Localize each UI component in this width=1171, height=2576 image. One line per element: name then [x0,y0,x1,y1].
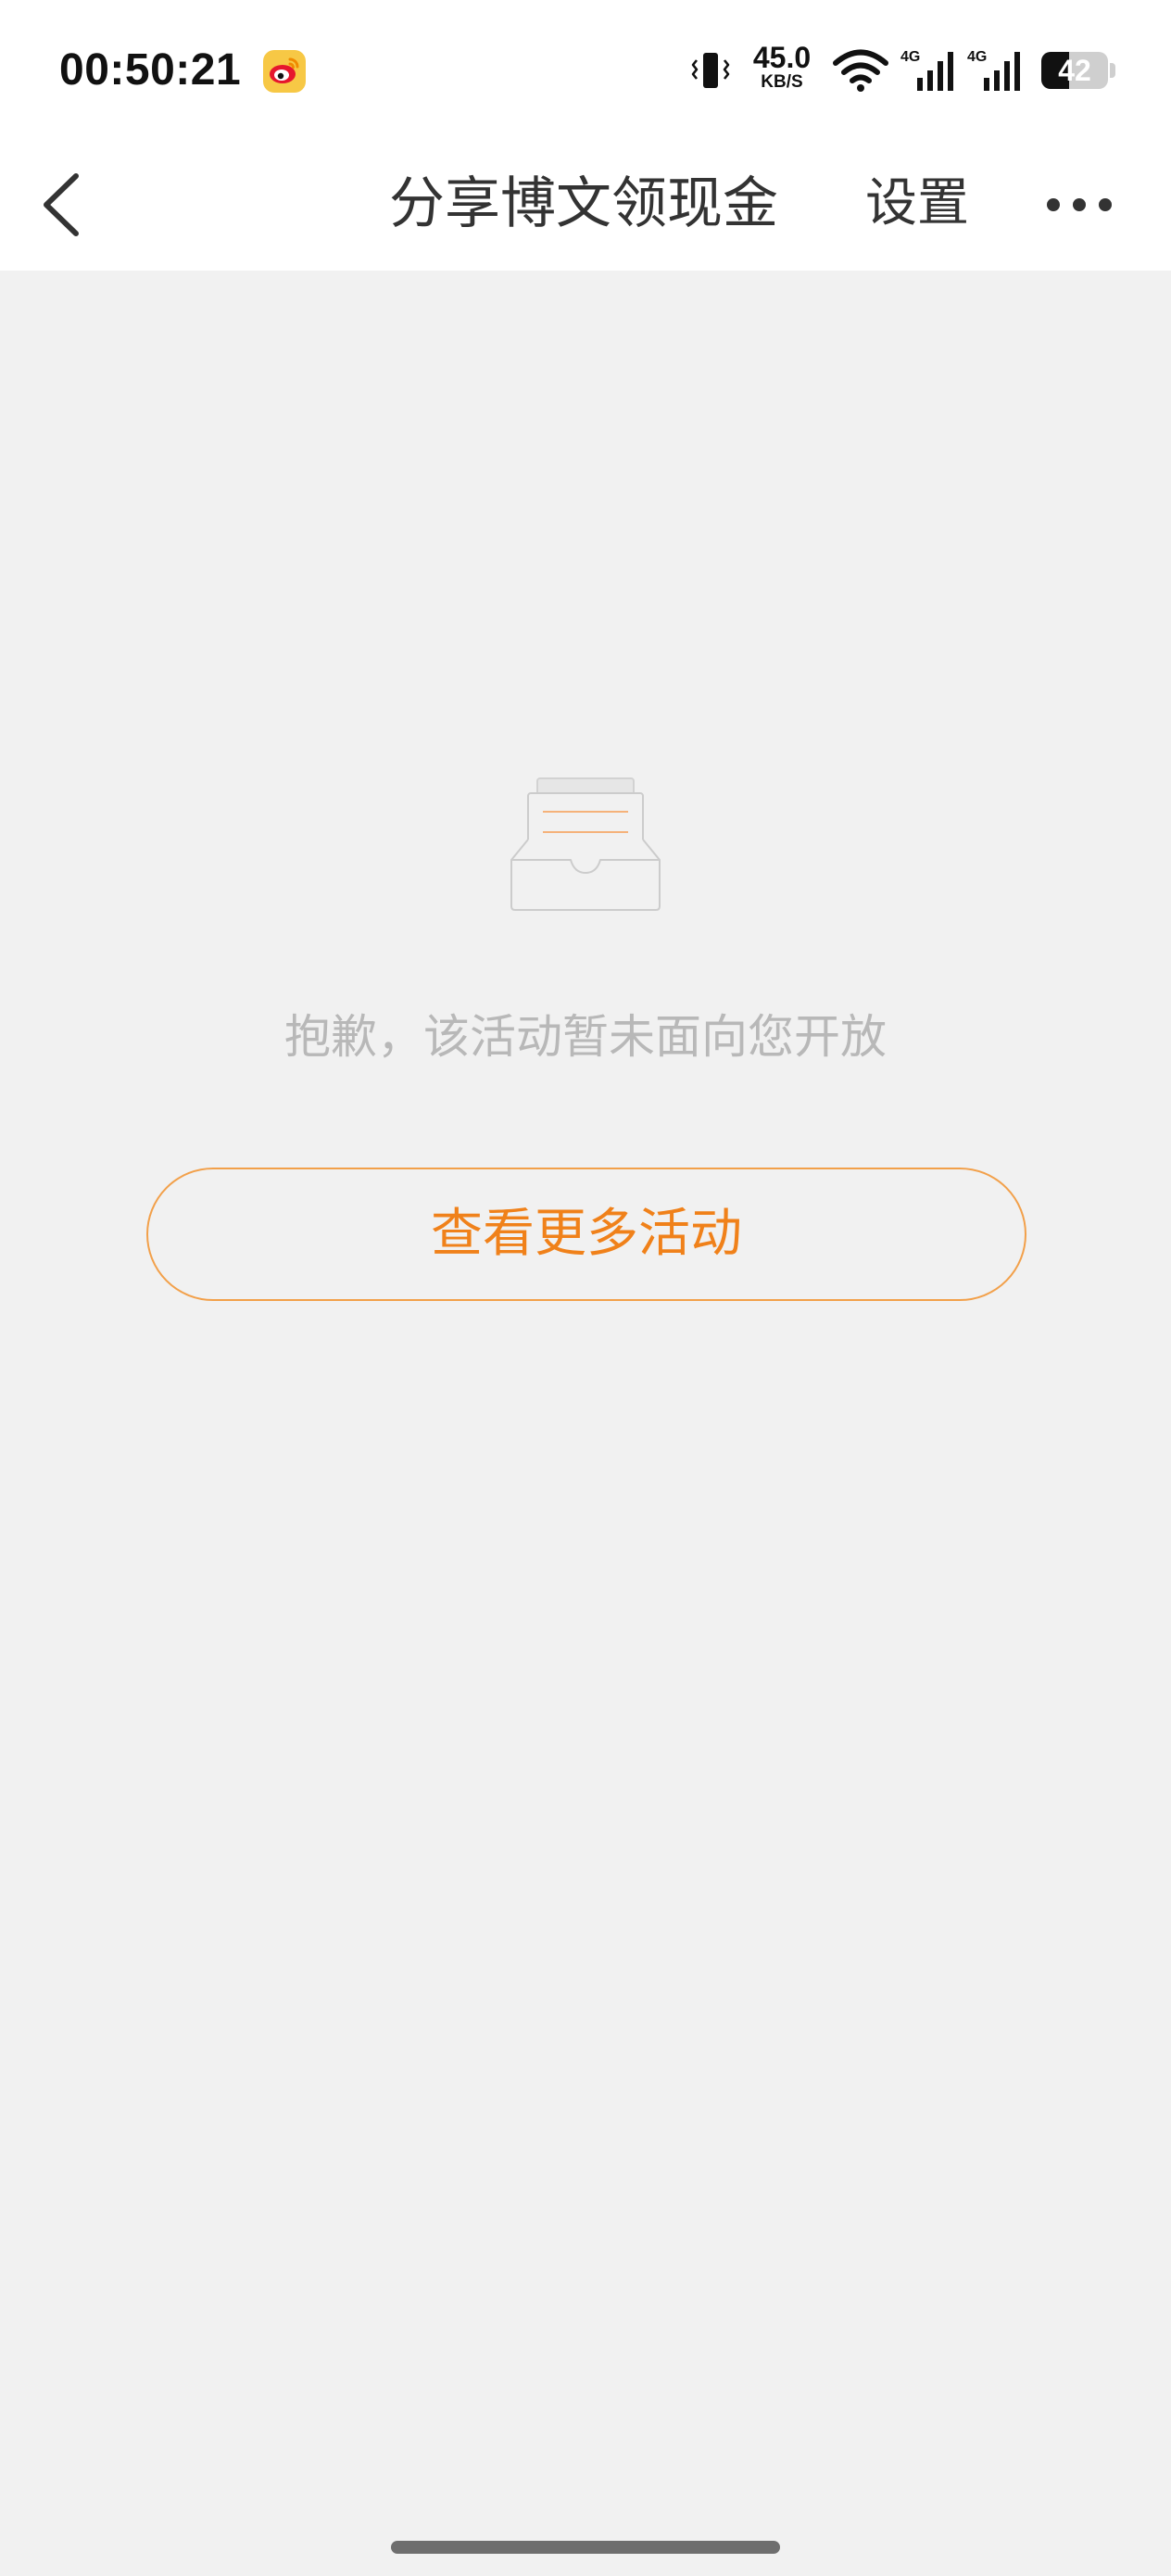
more-button[interactable] [1038,172,1121,237]
home-indicator[interactable] [391,2541,780,2554]
view-more-activities-label: 查看更多活动 [431,1204,742,1264]
empty-inbox-icon [508,773,663,912]
status-bar: 00:50:21 45.0 KB/S 4G 4G 42 [0,0,1171,139]
signal-label-1: 4G [900,49,920,65]
cellular-signal-icon: 4G [900,49,953,91]
empty-state-message: 抱歉，该活动暂未面向您开放 [284,1010,887,1064]
page-title: 分享博文领现金 [389,171,778,236]
network-speed-unit: KB/S [761,72,803,92]
chevron-left-icon [44,173,79,236]
battery-level: 42 [1058,54,1091,87]
network-speed: 45.0 KB/S [747,41,817,96]
more-horizontal-icon [1047,198,1112,211]
signal-label-2: 4G [967,49,987,65]
system-status-icons: 45.0 KB/S 4G 4G 42 [687,41,1115,96]
battery-icon: 42 [1041,52,1115,89]
network-speed-value: 45.0 [752,41,812,74]
wifi-icon [833,49,888,92]
back-button[interactable] [24,163,107,246]
settings-button[interactable]: 设置 [865,167,969,241]
weibo-icon [263,50,306,93]
view-more-activities-button[interactable]: 查看更多活动 [146,1168,1026,1301]
cellular-signal-icon-2: 4G [967,49,1020,91]
vibrate-icon [691,53,730,88]
status-time: 00:50:21 [59,45,242,95]
nav-bar: 分享博文领现金 设置 [0,139,1171,271]
